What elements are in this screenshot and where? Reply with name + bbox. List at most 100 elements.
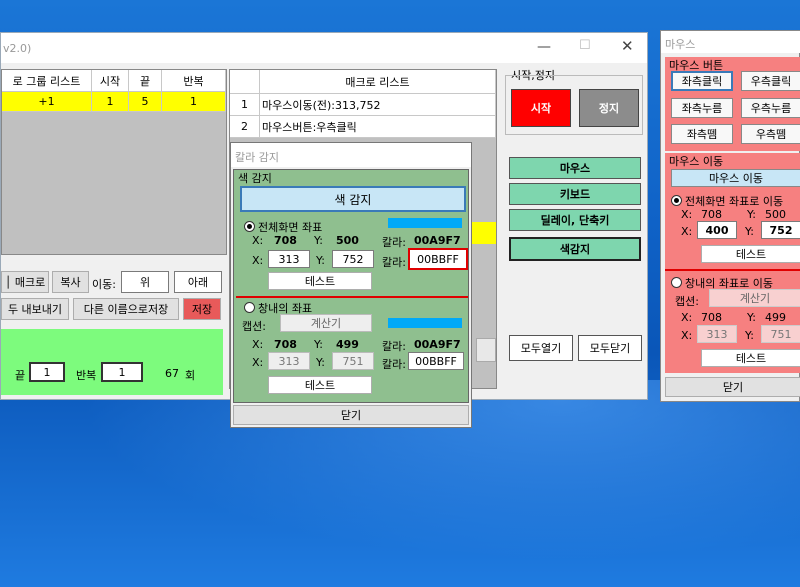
maximize-icon[interactable]: ☐ xyxy=(579,38,591,53)
macro-button[interactable]: │ 매크로 xyxy=(1,271,49,293)
mfs-test-button[interactable]: 테스트 xyxy=(701,245,800,263)
win-x-input-label: X: xyxy=(252,356,264,369)
left-release-button[interactable]: 좌측뗌 xyxy=(671,124,733,144)
mouse-titlebar: 마우스 xyxy=(661,31,800,53)
macro-row-num[interactable]: 1 xyxy=(230,94,260,116)
mw-y-input[interactable]: 751 xyxy=(761,325,800,343)
fs-x-input[interactable]: 313 xyxy=(268,250,310,268)
win-y-input-label: Y: xyxy=(316,356,325,369)
fs-y-value: 500 xyxy=(336,234,359,247)
left-click-button[interactable]: 좌측클릭 xyxy=(671,71,733,91)
color-swatch-window xyxy=(388,318,462,328)
mouse-button-panel: 마우스 버튼 좌측클릭 우측클릭 좌측누름 우측누름 좌측뗌 우측뗌 xyxy=(665,57,800,151)
left-press-button[interactable]: 좌측누름 xyxy=(671,98,733,118)
col-header-repeat: 반복 xyxy=(162,70,226,92)
mfs-y-input[interactable]: 752 xyxy=(761,221,800,239)
win-color-input[interactable]: 00BBFF xyxy=(408,352,464,370)
right-click-button[interactable]: 우측클릭 xyxy=(741,71,800,91)
mfs-x-value: 708 xyxy=(701,208,722,221)
mouse-move-button[interactable]: 마우스 이동 xyxy=(671,169,800,187)
win-color-label: 칼라: xyxy=(382,340,406,353)
color-dialog-titlebar: 칼라 감지 xyxy=(231,143,471,167)
color-detect-dialog: 칼라 감지 색 감지 색 감지 전체화면 좌표 X: 708 Y: 500 칼라… xyxy=(230,142,472,428)
macro-row[interactable]: 마우스버튼:우측클릭 xyxy=(260,116,496,138)
category-keyboard-button[interactable]: 키보드 xyxy=(509,183,641,205)
close-icon[interactable]: ✕ xyxy=(621,37,634,55)
macro-list-header: 매크로 리스트 xyxy=(260,70,496,94)
minimize-icon[interactable]: — xyxy=(537,39,551,55)
fs-color-input-label: 칼라: xyxy=(382,256,406,269)
category-delay-button[interactable]: 딜레이, 단축키 xyxy=(509,209,641,231)
fs-x-label: X: xyxy=(252,234,264,247)
right-press-button[interactable]: 우측누름 xyxy=(741,98,800,118)
win-y-label: Y: xyxy=(314,338,323,351)
move-down-button[interactable]: 아래 xyxy=(174,271,222,293)
table-row[interactable]: +1 xyxy=(2,92,92,112)
fs-test-button[interactable]: 테스트 xyxy=(268,272,372,290)
mouse-move-panel: 마우스 이동 마우스 이동 전체화면 좌표로 이동 X: 708 Y: 500 … xyxy=(665,153,800,373)
mfs-x-label: X: xyxy=(681,208,693,221)
table-cell[interactable]: 1 xyxy=(162,92,226,112)
repeat-count-unit: 회 xyxy=(185,369,196,382)
save-as-button[interactable]: 다른 이름으로저장 xyxy=(73,298,179,320)
color-dialog-close-button[interactable]: 닫기 xyxy=(233,405,469,425)
save-button[interactable]: 저장 xyxy=(183,298,221,320)
fs-color-input[interactable]: 00BBFF xyxy=(408,248,468,270)
win-y-input[interactable]: 751 xyxy=(332,352,374,370)
mfs-x-input[interactable]: 400 xyxy=(697,221,737,239)
category-mouse-button[interactable]: 마우스 xyxy=(509,157,641,179)
caption-field[interactable]: 계산기 xyxy=(280,314,372,332)
mw-test-button[interactable]: 테스트 xyxy=(701,349,800,367)
export-all-button[interactable]: 두 내보내기 xyxy=(1,298,69,320)
right-release-button[interactable]: 우측뗌 xyxy=(741,124,800,144)
category-color-button[interactable]: 색감지 xyxy=(509,237,641,261)
end-input[interactable]: 1 xyxy=(29,362,65,382)
mw-y-label: Y: xyxy=(747,311,756,324)
col-header-end: 끝 xyxy=(129,70,162,92)
repeat-input[interactable]: 1 xyxy=(101,362,143,382)
table-cell[interactable]: 5 xyxy=(129,92,162,112)
repeat-label: 반복 xyxy=(76,369,97,382)
win-x-value: 708 xyxy=(274,338,297,351)
mfs-y-label: Y: xyxy=(747,208,756,221)
mw-x-input-label: X: xyxy=(681,329,693,342)
mouse-section-divider xyxy=(665,269,800,271)
fs-color-label: 칼라: xyxy=(382,236,406,249)
win-color-input-label: 칼라: xyxy=(382,358,406,371)
start-button[interactable]: 시작 xyxy=(511,89,571,127)
repeat-panel: 끝 1 반복 1 67 회 xyxy=(1,329,223,395)
macro-list-corner xyxy=(230,70,260,94)
mouse-caption-field[interactable]: 계산기 xyxy=(709,289,800,307)
mouse-window-radio[interactable] xyxy=(671,277,682,288)
group-list-table[interactable]: 로 그룹 리스트 시작 끝 반복 +1 1 5 1 xyxy=(1,69,227,255)
mouse-close-button[interactable]: 닫기 xyxy=(665,377,800,397)
win-test-button[interactable]: 테스트 xyxy=(268,376,372,394)
color-detect-button[interactable]: 색 감지 xyxy=(240,186,466,212)
color-swatch-fullscreen xyxy=(388,218,462,228)
move-up-button[interactable]: 위 xyxy=(121,271,169,293)
fullscreen-radio[interactable] xyxy=(244,221,255,232)
win-x-input[interactable]: 313 xyxy=(268,352,310,370)
macro-list-scrollbar[interactable] xyxy=(476,338,496,362)
mw-x-input[interactable]: 313 xyxy=(697,325,737,343)
mouse-fullscreen-radio[interactable] xyxy=(671,195,682,206)
close-all-button[interactable]: 모두닫기 xyxy=(578,335,642,361)
mfs-y-input-label: Y: xyxy=(745,225,754,238)
macro-row-num[interactable]: 2 xyxy=(230,116,260,138)
open-all-button[interactable]: 모두열기 xyxy=(509,335,573,361)
repeat-count: 67 xyxy=(165,367,179,380)
col-header-start: 시작 xyxy=(92,70,129,92)
fullscreen-label: 전체화면 좌표 xyxy=(258,221,323,234)
fs-y-input[interactable]: 752 xyxy=(332,250,374,268)
mfs-y-value: 500 xyxy=(765,208,786,221)
mouse-move-group-title: 마우스 이동 xyxy=(669,155,724,168)
stop-button[interactable]: 정지 xyxy=(579,89,639,127)
macro-row[interactable]: 마우스이동(전):313,752 xyxy=(260,94,496,116)
window-radio[interactable] xyxy=(244,302,255,313)
mw-x-value: 708 xyxy=(701,311,722,324)
fs-color-value: 00A9F7 xyxy=(414,234,461,247)
copy-button[interactable]: 복사 xyxy=(52,271,89,293)
table-cell[interactable]: 1 xyxy=(92,92,129,112)
main-titlebar: v2.0) — ☐ ✕ xyxy=(1,33,647,63)
mw-y-value: 499 xyxy=(765,311,786,324)
